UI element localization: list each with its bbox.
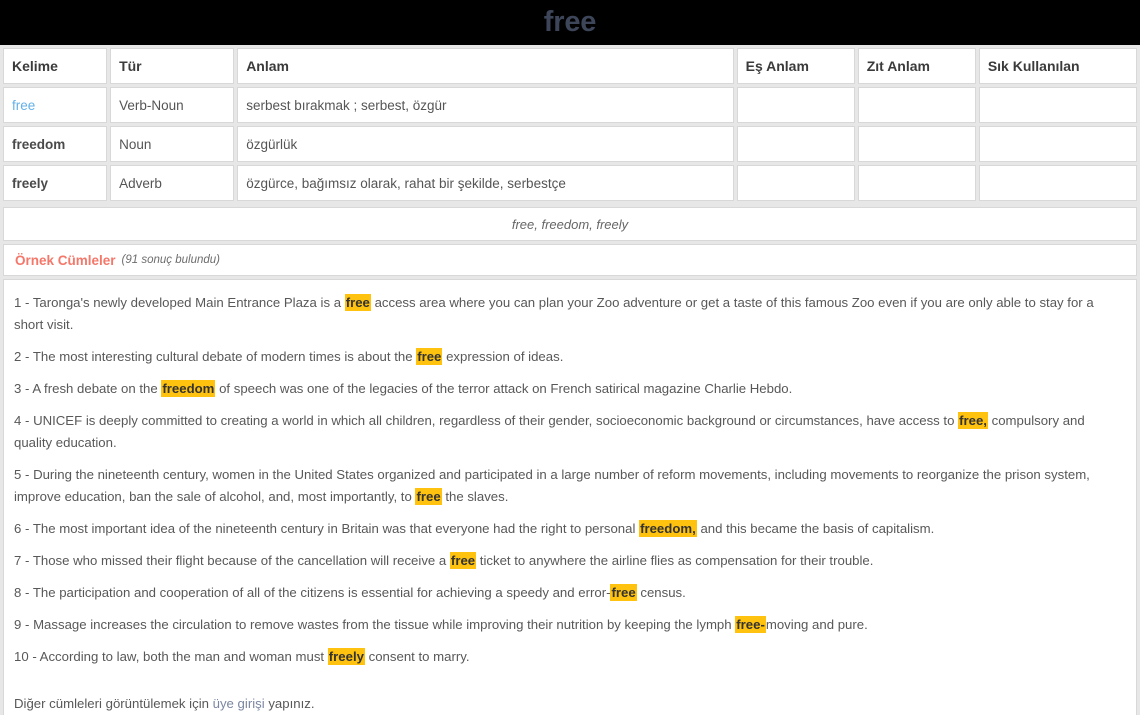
sentence-number: 2 - <box>14 349 33 364</box>
sentence-text: of speech was one of the legacies of the… <box>215 381 793 396</box>
sentence-number: 7 - <box>14 553 33 568</box>
column-header-anlam: Anlam <box>237 48 734 84</box>
related-words-strip: free, freedom, freely <box>3 207 1137 241</box>
cell-kelime: free <box>3 87 108 123</box>
cell-es-anlam <box>736 87 855 123</box>
member-login-link[interactable]: üye girişi <box>213 696 265 711</box>
example-sentence: 10 - According to law, both the man and … <box>14 646 1126 668</box>
sentence-text: During the nineteenth century, women in … <box>14 467 1090 504</box>
cell-es-anlam <box>736 165 855 201</box>
login-prompt-before: Diğer cümleleri görüntülemek için <box>14 696 213 711</box>
cell-es-anlam <box>736 126 855 162</box>
highlighted-keyword: free <box>610 584 637 601</box>
example-sentence: 9 - Massage increases the circulation to… <box>14 614 1126 636</box>
example-sentence: 2 - The most interesting cultural debate… <box>14 346 1126 368</box>
word-link-free[interactable]: free <box>12 98 35 113</box>
example-sentence: 6 - The most important idea of the ninet… <box>14 518 1126 540</box>
related-words-text: free, freedom, freely <box>511 216 629 232</box>
sentence-number: 4 - <box>14 413 34 428</box>
sentence-text: According to law, both the man and woman… <box>39 649 328 664</box>
column-header-sik-kullanilan: Sık Kullanılan <box>978 48 1137 84</box>
sentence-text: Taronga's newly developed Main Entrance … <box>32 295 345 310</box>
highlighted-keyword: freedom, <box>639 520 697 537</box>
cell-tur: Verb-Noun <box>110 87 235 123</box>
sentence-number: 1 - <box>14 295 33 310</box>
example-sentence: 7 - Those who missed their flight becaus… <box>14 550 1126 572</box>
sentence-text: ticket to anywhere the airline flies as … <box>476 553 874 568</box>
example-sentences-panel: 1 - Taronga's newly developed Main Entra… <box>3 279 1137 715</box>
example-sentence: 4 - UNICEF is deeply committed to creati… <box>14 410 1126 454</box>
table-row: freedom Noun özgürlük <box>3 126 1137 162</box>
cell-zit-anlam <box>857 87 976 123</box>
highlighted-keyword: free- <box>735 616 766 633</box>
cell-tur: Noun <box>110 126 235 162</box>
highlighted-keyword: free <box>344 294 371 311</box>
column-header-kelime: Kelime <box>3 48 108 84</box>
sentence-number: 9 - <box>14 617 34 632</box>
example-sentence: 5 - During the nineteenth century, women… <box>14 464 1126 508</box>
column-header-es-anlam: Eş Anlam <box>736 48 855 84</box>
login-prompt-after: yapınız. <box>264 696 315 711</box>
highlighted-keyword: free <box>416 348 443 365</box>
column-header-tur: Tür <box>110 48 235 84</box>
sentence-text: Those who missed their flight because of… <box>32 553 450 568</box>
highlighted-keyword: freedom <box>161 380 216 397</box>
example-sentence: 1 - Taronga's newly developed Main Entra… <box>14 292 1126 336</box>
cell-anlam: özgürlük <box>237 126 734 162</box>
sentence-text: moving and pure. <box>765 617 868 632</box>
sentence-number: 8 - <box>14 585 33 600</box>
cell-zit-anlam <box>857 126 976 162</box>
cell-sik-kullanilan <box>978 87 1137 123</box>
sentence-text: the slaves. <box>441 489 509 504</box>
example-sentences-title: Örnek Cümleler <box>15 252 116 268</box>
cell-kelime: freely <box>3 165 108 201</box>
sentence-text: The most interesting cultural debate of … <box>32 349 417 364</box>
sentence-text: Massage increases the circulation to rem… <box>33 617 736 632</box>
sentence-text: consent to marry. <box>364 649 470 664</box>
sentence-number: 6 - <box>14 521 33 536</box>
sentence-text: A fresh debate on the <box>32 381 162 396</box>
sentence-number: 5 - <box>14 467 34 482</box>
word-text-freedom: freedom <box>12 136 66 152</box>
example-sentence: 3 - A fresh debate on the freedom of spe… <box>14 378 1126 400</box>
highlighted-keyword: freely <box>327 648 365 665</box>
cell-tur: Adverb <box>110 165 235 201</box>
sentence-text: and this became the basis of capitalism. <box>696 521 935 536</box>
sentence-text: The participation and cooperation of all… <box>32 585 611 600</box>
highlighted-keyword: free, <box>958 412 988 429</box>
cell-sik-kullanilan <box>978 165 1137 201</box>
example-sentences-count: (91 sonuç bulundu) <box>121 254 221 266</box>
word-definitions-table: Kelime Tür Anlam Eş Anlam Zıt Anlam Sık … <box>0 45 1140 204</box>
sentence-list: 1 - Taronga's newly developed Main Entra… <box>14 292 1126 668</box>
cell-anlam: serbest bırakmak ; serbest, özgür <box>237 87 734 123</box>
sentence-text: The most important idea of the nineteent… <box>32 521 640 536</box>
sentence-text: census. <box>636 585 686 600</box>
table-row: free Verb-Noun serbest bırakmak ; serbest,… <box>3 87 1137 123</box>
sentence-number: 10 - <box>14 649 40 664</box>
page-title: free <box>543 6 597 38</box>
cell-anlam: özgürce, bağımsız olarak, rahat bir şeki… <box>237 165 734 201</box>
table-row: freely Adverb özgürce, bağımsız olarak, ra… <box>3 165 1137 201</box>
page-header: free <box>0 0 1140 45</box>
example-sentences-header: Örnek Cümleler (91 sonuç bulundu) <box>3 244 1137 276</box>
sentence-number: 3 - <box>14 381 33 396</box>
cell-sik-kullanilan <box>978 126 1137 162</box>
column-header-zit-anlam: Zıt Anlam <box>857 48 976 84</box>
login-prompt: Diğer cümleleri görüntülemek için üye gi… <box>14 694 1126 714</box>
cell-zit-anlam <box>857 165 976 201</box>
word-text-freely: freely <box>12 175 49 191</box>
sentence-text: expression of ideas. <box>442 349 564 364</box>
sentence-text: UNICEF is deeply committed to creating a… <box>33 413 959 428</box>
example-sentence: 8 - The participation and cooperation of… <box>14 582 1126 604</box>
table-body: free Verb-Noun serbest bırakmak ; serbest,… <box>3 87 1137 201</box>
cell-kelime: freedom <box>3 126 108 162</box>
table-header-row: Kelime Tür Anlam Eş Anlam Zıt Anlam Sık … <box>3 48 1137 84</box>
highlighted-keyword: free <box>415 488 442 505</box>
highlighted-keyword: free <box>449 552 477 569</box>
